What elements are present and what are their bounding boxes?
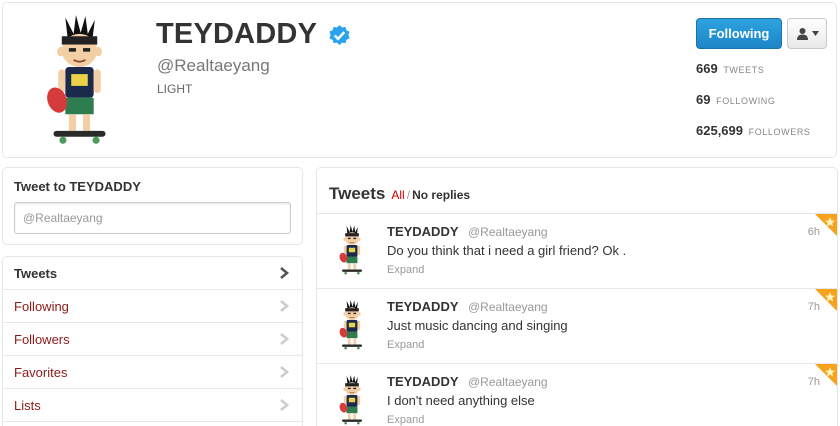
tweet-author-handle[interactable]: @Realtaeyang bbox=[468, 375, 548, 389]
star-icon bbox=[815, 289, 837, 311]
tweet-text: I don't need anything else bbox=[387, 393, 535, 408]
nav-item-following[interactable]: Following bbox=[3, 290, 302, 323]
tweet-author-name[interactable]: TEYDADDY bbox=[387, 374, 459, 389]
stat-following-label: FOLLOWING bbox=[716, 96, 776, 106]
following-button[interactable]: Following bbox=[696, 18, 782, 49]
tweet-author-handle[interactable]: @Realtaeyang bbox=[468, 225, 548, 239]
nav-item-followers[interactable]: Followers bbox=[3, 323, 302, 356]
chevron-right-icon bbox=[277, 365, 291, 379]
profile-bio: LIGHT bbox=[157, 82, 193, 96]
stream-title: Tweets bbox=[329, 184, 386, 203]
stat-followers-label: FOLLOWERS bbox=[748, 127, 811, 137]
profile-nav: Tweets Following Followers Favorites Lis… bbox=[2, 256, 303, 426]
tweet-author-name[interactable]: TEYDADDY bbox=[387, 224, 459, 239]
stat-following[interactable]: 69 FOLLOWING bbox=[696, 92, 776, 107]
nav-item-label: Tweets bbox=[14, 265, 58, 281]
tweet-item[interactable]: TEYDADDY @Realtaeyang I don't need anyth… bbox=[317, 364, 837, 426]
tweet-to-title: Tweet to TEYDADDY bbox=[14, 179, 141, 194]
user-icon bbox=[796, 28, 808, 40]
nav-item-label: Following bbox=[14, 298, 69, 314]
tab-all[interactable]: All bbox=[391, 188, 404, 202]
tweet-avatar[interactable] bbox=[337, 300, 367, 350]
user-actions-dropdown[interactable] bbox=[787, 18, 827, 49]
nav-item-lists[interactable]: Lists bbox=[3, 389, 302, 422]
chevron-right-icon bbox=[277, 266, 291, 280]
tweet-text: Just music dancing and singing bbox=[387, 318, 568, 333]
stat-tweets[interactable]: 669 TWEETS bbox=[696, 61, 764, 76]
profile-header: TEYDADDY @Realtaeyang LIGHT Following 66… bbox=[2, 2, 837, 158]
tweet-item[interactable]: TEYDADDY @Realtaeyang Do you think that … bbox=[317, 214, 837, 289]
tab-no-replies[interactable]: No replies bbox=[412, 188, 470, 202]
tweet-stream: Tweets All / No replies TEYDADDY @Realta… bbox=[316, 167, 838, 426]
nav-item-favorites[interactable]: Favorites bbox=[3, 356, 302, 389]
tweet-expand-link[interactable]: Expand bbox=[387, 414, 424, 426]
chevron-right-icon bbox=[277, 398, 291, 412]
tweet-to-box: Tweet to TEYDADDY @Realtaeyang bbox=[2, 167, 303, 245]
star-icon bbox=[815, 214, 837, 236]
stream-header: Tweets All / No replies bbox=[317, 168, 837, 214]
tab-separator: / bbox=[406, 188, 411, 202]
tweet-expand-link[interactable]: Expand bbox=[387, 339, 424, 351]
star-icon bbox=[815, 364, 837, 386]
tweet-author-name[interactable]: TEYDADDY bbox=[387, 299, 459, 314]
tweet-text: Do you think that i need a girl friend? … bbox=[387, 243, 627, 258]
caret-down-icon bbox=[811, 31, 819, 36]
tweet-item[interactable]: TEYDADDY @Realtaeyang Just music dancing… bbox=[317, 289, 837, 364]
nav-item-label: Lists bbox=[14, 397, 41, 413]
tweet-avatar[interactable] bbox=[337, 375, 367, 425]
nav-item-tweets[interactable]: Tweets bbox=[3, 257, 302, 290]
tweet-to-input[interactable]: @Realtaeyang bbox=[14, 202, 291, 234]
verified-badge-icon bbox=[329, 24, 350, 46]
chevron-right-icon bbox=[277, 299, 291, 313]
profile-name: TEYDADDY bbox=[156, 18, 318, 50]
tweet-avatar[interactable] bbox=[337, 225, 367, 275]
stat-tweets-label: TWEETS bbox=[723, 65, 765, 75]
nav-item-label: Followers bbox=[14, 331, 70, 347]
stat-tweets-value: 669 bbox=[696, 61, 718, 76]
profile-avatar[interactable] bbox=[17, 15, 142, 145]
tweet-author-handle[interactable]: @Realtaeyang bbox=[468, 300, 548, 314]
stat-followers-value: 625,699 bbox=[696, 123, 743, 138]
nav-item-label: Favorites bbox=[14, 364, 68, 380]
chevron-right-icon bbox=[277, 332, 291, 346]
tweet-expand-link[interactable]: Expand bbox=[387, 264, 424, 276]
stat-followers[interactable]: 625,699 FOLLOWERS bbox=[696, 123, 811, 138]
stat-following-value: 69 bbox=[696, 92, 711, 107]
profile-handle: @Realtaeyang bbox=[157, 56, 270, 75]
